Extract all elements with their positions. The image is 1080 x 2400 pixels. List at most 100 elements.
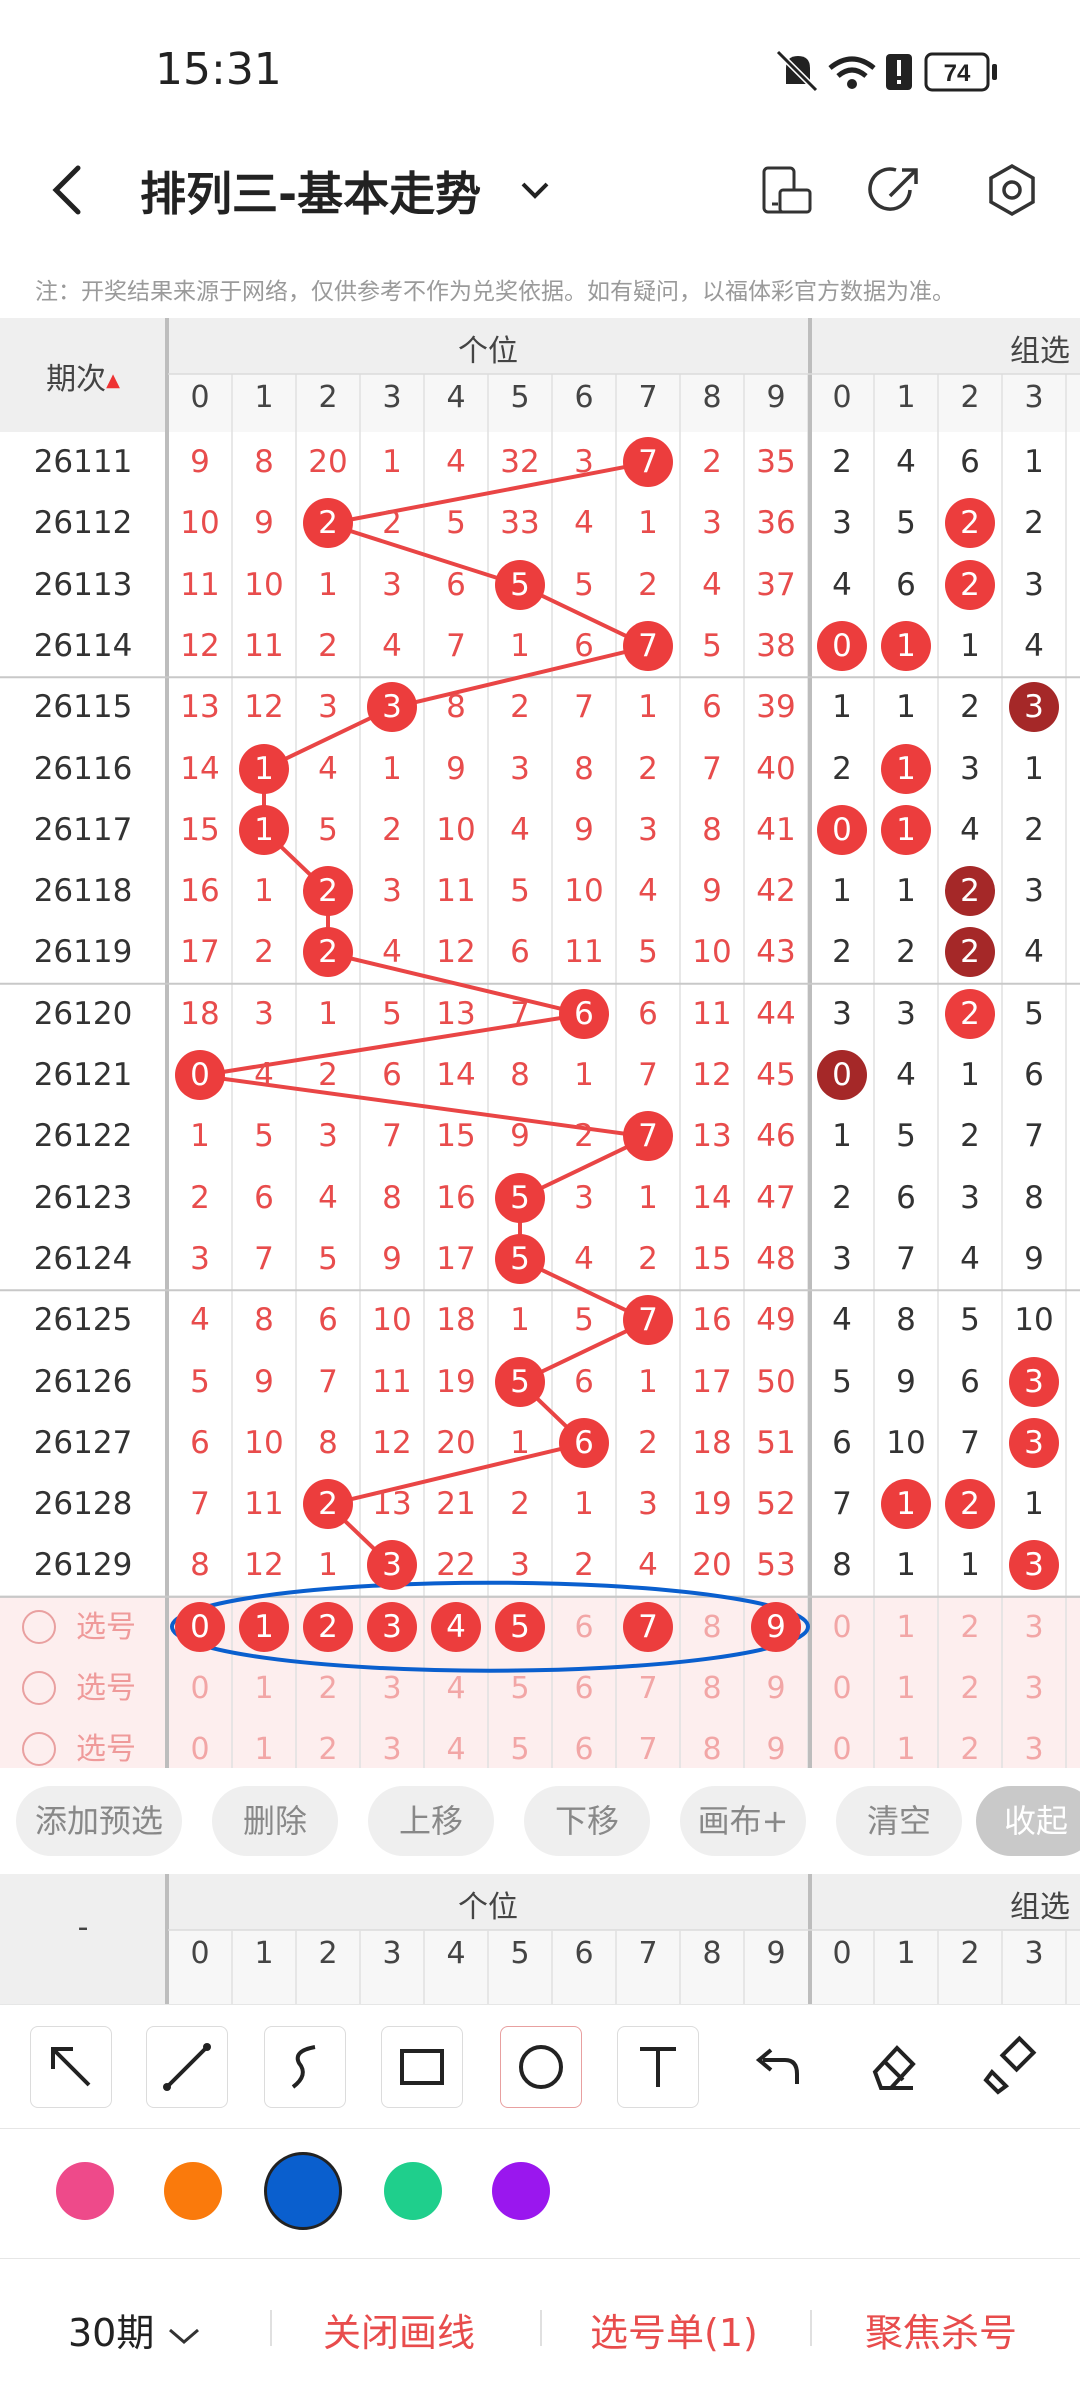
arrow-tool-icon[interactable] xyxy=(30,2026,112,2108)
selected-number-ball[interactable]: 2 xyxy=(303,1601,353,1652)
selected-number-ball[interactable]: 0 xyxy=(175,1601,225,1652)
miss-value-cell: 4 xyxy=(254,1057,274,1093)
selectable-number[interactable]: 1 xyxy=(232,1719,296,1780)
group-value-cell: 1 xyxy=(832,689,852,726)
selectable-number[interactable]: 0 xyxy=(168,1658,232,1719)
miss-value-cell: 17 xyxy=(692,1363,732,1400)
selectable-number[interactable]: 8 xyxy=(680,1597,744,1658)
miss-value-cell: 1 xyxy=(574,1057,594,1093)
selectable-group-number[interactable]: 1 xyxy=(874,1719,938,1780)
selectable-group-number[interactable]: 1 xyxy=(874,1597,938,1658)
miss-value-cell: 4 xyxy=(702,566,722,603)
period-cell: 26125 xyxy=(33,1302,133,1339)
miss-value-cell: 16 xyxy=(180,873,220,910)
eraser-icon[interactable] xyxy=(853,2026,933,2106)
color-swatch[interactable] xyxy=(384,2162,442,2220)
miss-value-cell: 3 xyxy=(254,995,274,1032)
select-row-radio[interactable] xyxy=(22,1609,56,1644)
selectable-number[interactable]: 6 xyxy=(552,1597,616,1658)
group-value-cell: 3 xyxy=(960,1179,980,1216)
disclaimer-note: 注：开奖结果来源于网络，仅供参考不作为兑奖依据。如有疑问，以福体彩官方数据为准。 xyxy=(35,279,955,305)
selectable-group-number[interactable]: 0 xyxy=(810,1658,874,1719)
selectable-number[interactable]: 3 xyxy=(360,1658,424,1719)
selection-list-button[interactable]: 选号单(1) xyxy=(590,2302,758,2357)
page-title[interactable]: 排列三-基本走势 xyxy=(140,158,481,224)
selectable-number[interactable]: 1 xyxy=(232,1658,296,1719)
toolbar-button[interactable]: 画布+ xyxy=(680,1786,806,1856)
freehand-tool-icon[interactable] xyxy=(264,2026,346,2108)
toolbar-button[interactable]: 删除 xyxy=(212,1786,338,1856)
period-header[interactable]: 期次▲ xyxy=(0,354,166,398)
selectable-group-number[interactable]: 1 xyxy=(874,1658,938,1719)
selectable-group-number[interactable]: 3 xyxy=(1002,1719,1066,1780)
miss-value-cell: 9 xyxy=(702,873,722,910)
selectable-group-number[interactable]: 3 xyxy=(1002,1597,1066,1658)
group-hit-ball: 3 xyxy=(1009,1417,1059,1468)
miss-value-cell: 32 xyxy=(500,444,540,480)
rectangle-tool-icon[interactable] xyxy=(381,2026,463,2108)
selected-number-ball[interactable]: 4 xyxy=(431,1601,481,1652)
toolbar-button[interactable]: 清空 xyxy=(836,1786,962,1856)
selected-number-ball[interactable]: 1 xyxy=(239,1601,289,1652)
group-hit-ball: 0 xyxy=(817,1050,867,1100)
back-arrow-icon[interactable] xyxy=(40,160,100,220)
toolbar-button[interactable]: 添加预选 xyxy=(16,1786,182,1856)
phone-rotate-icon[interactable] xyxy=(756,160,816,220)
color-swatch[interactable] xyxy=(492,2162,550,2220)
close-lines-button[interactable]: 关闭画线 xyxy=(323,2302,475,2357)
share-icon[interactable] xyxy=(866,160,926,220)
miss-value-cell: 9 xyxy=(254,505,274,542)
clear-brush-icon[interactable] xyxy=(970,2026,1050,2106)
toolbar-button[interactable]: 下移 xyxy=(524,1786,650,1856)
selectable-group-number[interactable]: 0 xyxy=(810,1597,874,1658)
select-row-radio[interactable] xyxy=(22,1671,56,1705)
selectable-number[interactable]: 2 xyxy=(296,1719,360,1780)
color-swatch[interactable] xyxy=(56,2162,114,2220)
hit-ball: 6 xyxy=(559,1417,609,1468)
selectable-number[interactable]: 7 xyxy=(616,1658,680,1719)
selectable-number[interactable]: 8 xyxy=(680,1658,744,1719)
selectable-number[interactable]: 6 xyxy=(552,1658,616,1719)
selectable-number[interactable]: 7 xyxy=(616,1719,680,1780)
selectable-number[interactable]: 5 xyxy=(488,1658,552,1719)
selectable-number[interactable]: 6 xyxy=(552,1719,616,1780)
selectable-number[interactable]: 8 xyxy=(680,1719,744,1780)
selectable-group-number[interactable]: 2 xyxy=(938,1719,1002,1780)
selectable-number[interactable]: 3 xyxy=(360,1719,424,1780)
status-icons: 74 xyxy=(775,49,997,93)
color-swatch[interactable] xyxy=(264,2152,342,2230)
chevron-down-icon[interactable] xyxy=(515,170,555,210)
selectable-group-number[interactable]: 3 xyxy=(1002,1658,1066,1719)
selected-number-ball[interactable]: 7 xyxy=(623,1601,673,1652)
settings-icon[interactable] xyxy=(982,160,1042,220)
selected-number-ball[interactable]: 5 xyxy=(495,1601,545,1652)
ellipse-tool-icon[interactable] xyxy=(500,2026,582,2108)
group-value-cell: 7 xyxy=(832,1486,852,1523)
miss-value-cell: 4 xyxy=(382,934,402,971)
line-tool-icon[interactable] xyxy=(146,2026,228,2108)
selectable-number[interactable]: 0 xyxy=(168,1719,232,1780)
bottom-digit-header: 1 xyxy=(254,1936,274,1971)
toolbar-button[interactable]: 上移 xyxy=(368,1786,494,1856)
selectable-number[interactable]: 4 xyxy=(424,1658,488,1719)
selectable-group-number[interactable]: 0 xyxy=(810,1719,874,1780)
color-swatch[interactable] xyxy=(164,2162,222,2220)
selected-number-ball[interactable]: 3 xyxy=(367,1601,417,1652)
selectable-group-number[interactable]: 2 xyxy=(938,1597,1002,1658)
miss-value-cell: 6 xyxy=(702,689,722,726)
undo-icon[interactable] xyxy=(735,2026,815,2106)
text-tool-icon[interactable] xyxy=(617,2026,699,2108)
selected-number-ball[interactable]: 9 xyxy=(751,1601,801,1652)
period-cell: 26117 xyxy=(33,811,133,848)
miss-value-cell: 7 xyxy=(446,627,466,664)
selectable-number[interactable]: 2 xyxy=(296,1658,360,1719)
focus-kill-button[interactable]: 聚焦杀号 xyxy=(865,2302,1017,2357)
period-count-select[interactable]: 30期 xyxy=(68,2302,202,2357)
toolbar-button[interactable]: 收起 xyxy=(976,1786,1080,1856)
selectable-number[interactable]: 5 xyxy=(488,1719,552,1780)
selectable-group-number[interactable]: 2 xyxy=(938,1658,1002,1719)
selectable-number[interactable]: 9 xyxy=(744,1658,808,1719)
selectable-number[interactable]: 4 xyxy=(424,1719,488,1780)
selectable-number[interactable]: 9 xyxy=(744,1719,808,1780)
miss-value-cell: 5 xyxy=(382,995,402,1032)
